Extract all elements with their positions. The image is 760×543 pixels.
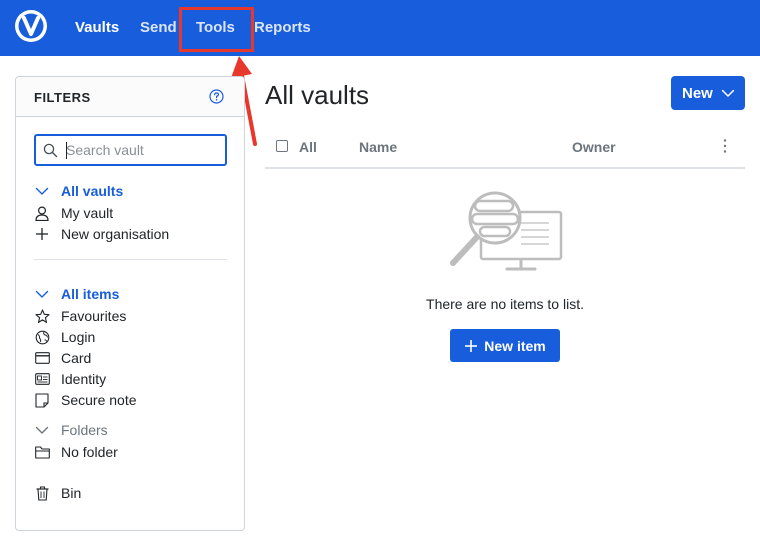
bin-label: Bin — [61, 485, 82, 501]
items-table-header: All Name Owner — [265, 132, 745, 169]
text-caret — [66, 142, 67, 159]
search-vault-field[interactable] — [34, 134, 227, 166]
credit-card-icon — [34, 350, 50, 366]
empty-state-text: There are no items to list. — [426, 296, 584, 312]
more-options-icon[interactable] — [723, 138, 727, 154]
all-items-label: All items — [61, 286, 120, 302]
nav-reports[interactable]: Reports — [254, 19, 311, 37]
bin-item[interactable]: Bin — [34, 483, 81, 503]
type-item-label: Favourites — [61, 308, 127, 324]
new-item-button[interactable]: New item — [450, 329, 560, 362]
new-button-label: New — [682, 84, 713, 102]
user-icon — [34, 205, 50, 221]
trash-icon — [34, 485, 50, 501]
folder-item-no-folder[interactable]: No folder — [34, 442, 118, 462]
folder-icon — [34, 444, 50, 460]
chevron-down-icon — [34, 422, 50, 438]
chevron-down-icon — [34, 183, 50, 199]
filters-header: FILTERS — [16, 77, 244, 117]
folders-label: Folders — [61, 422, 108, 438]
new-button[interactable]: New — [671, 76, 745, 110]
column-owner[interactable]: Owner — [572, 139, 616, 155]
nav-vaults[interactable]: Vaults — [75, 19, 119, 37]
vault-item-my-vault[interactable]: My vault — [34, 203, 113, 223]
type-item-label: Card — [61, 350, 92, 366]
help-icon[interactable] — [209, 89, 224, 104]
plus-icon — [34, 226, 50, 242]
tools-highlight-box — [179, 7, 254, 52]
top-nav-bar: Vaults Send Tools Reports — [0, 0, 760, 56]
vault-item-new-organisation[interactable]: New organisation — [34, 224, 169, 244]
all-items-group[interactable]: All items — [34, 284, 119, 304]
no-items-illustration-icon — [450, 191, 563, 271]
type-item-label: Login — [61, 329, 96, 345]
globe-icon — [34, 329, 50, 345]
type-item-identity[interactable]: Identity — [34, 369, 106, 389]
type-item-login[interactable]: Login — [34, 327, 95, 347]
chevron-down-icon — [721, 89, 735, 97]
search-input[interactable] — [66, 140, 216, 160]
sticky-note-icon — [34, 392, 50, 408]
nav-send[interactable]: Send — [140, 19, 177, 37]
type-item-label: Secure note — [61, 392, 137, 408]
search-icon — [43, 143, 58, 158]
type-item-secure-note[interactable]: Secure note — [34, 390, 137, 410]
filters-divider — [34, 259, 227, 260]
filters-title: FILTERS — [34, 90, 91, 105]
plus-icon — [465, 339, 478, 352]
select-all-checkbox[interactable] — [276, 140, 288, 152]
column-name[interactable]: Name — [359, 139, 397, 155]
filters-panel: FILTERS All vaults My vault New organisa… — [15, 76, 245, 531]
star-icon — [34, 308, 50, 324]
all-vaults-group[interactable]: All vaults — [34, 181, 123, 201]
vault-item-label: New organisation — [61, 226, 170, 242]
id-card-icon — [34, 371, 50, 387]
new-item-label: New item — [484, 337, 546, 354]
vault-item-label: My vault — [61, 205, 114, 221]
bitwarden-logo-icon[interactable] — [14, 9, 48, 43]
folder-item-label: No folder — [61, 444, 118, 460]
type-item-card[interactable]: Card — [34, 348, 91, 368]
column-all: All — [299, 139, 317, 155]
type-item-label: Identity — [61, 371, 107, 387]
folders-group[interactable]: Folders — [34, 420, 108, 440]
page-title: All vaults — [265, 80, 370, 110]
type-item-favourites[interactable]: Favourites — [34, 306, 126, 326]
all-vaults-label: All vaults — [61, 183, 124, 199]
chevron-down-icon — [34, 286, 50, 302]
